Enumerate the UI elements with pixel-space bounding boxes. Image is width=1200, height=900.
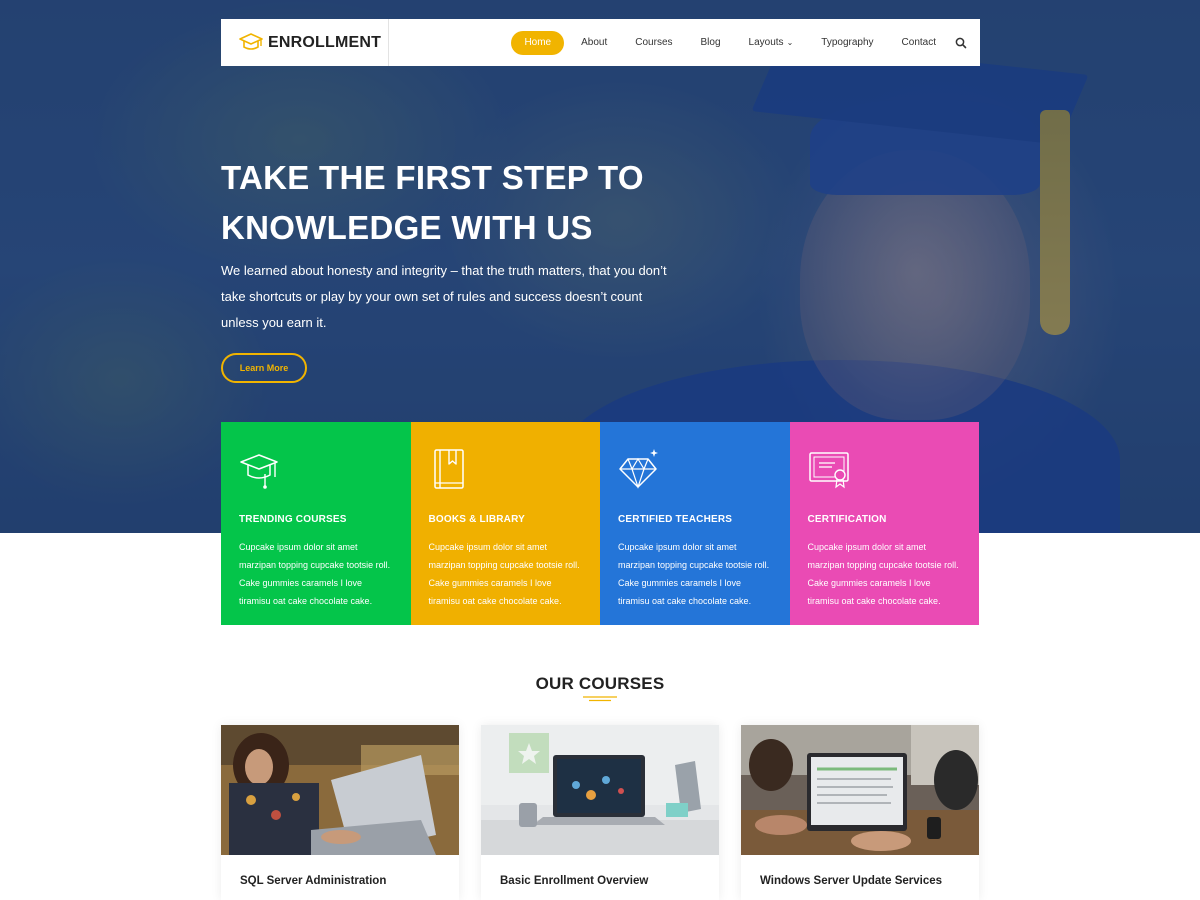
feature-boxes: TRENDING COURSES Cupcake ipsum dolor sit… [221,422,979,625]
feature-text-line: Cupcake ipsum dolor sit amet [618,542,737,552]
feature-text-line: marzipan topping cupcake tootsie roll. [239,560,391,570]
nav-item-about[interactable]: About [567,31,621,55]
feature-text-line: Cupcake ipsum dolor sit amet [239,542,358,552]
hero-description: We learned about honesty and integrity –… [221,258,671,336]
feature-books-library[interactable]: BOOKS & LIBRARY Cupcake ipsum dolor sit … [410,422,600,625]
feature-title: BOOKS & LIBRARY [428,514,526,525]
feature-text-line: Cake gummies caramels I love [807,578,931,588]
hero-title-line-1: TAKE THE FIRST STEP TO [221,159,644,196]
feature-text-line: tiramisu oat cake chocolate cake. [618,596,752,606]
navbar: ENROLLMENT Home About Courses Blog Layou… [221,19,980,66]
feature-text-line: marzipan topping cupcake tootsie roll. [807,560,959,570]
feature-text-line: Cupcake ipsum dolor sit amet [428,542,548,552]
brand-name: ENROLLMENT [268,33,382,51]
learn-more-button[interactable]: Learn More [221,353,307,383]
feature-text-line: Cupcake ipsum dolor sit amet [807,542,927,552]
chevron-down-icon: ⌄ [786,37,794,47]
main-nav: Home About Courses Blog Layouts ⌄ Typogra… [511,30,980,55]
feature-text-line: marzipan topping cupcake tootsie roll. [428,560,580,570]
feature-title: CERTIFICATION [807,514,887,525]
certificate-icon [808,452,849,489]
hero-text-line-3: unless you earn it. [221,315,327,330]
course-image[interactable] [481,725,719,855]
nav-item-home[interactable]: Home [511,30,565,55]
feature-text: Cupcake ipsum dolor sit amet marzipan to… [808,538,962,610]
course-card-sql-server[interactable]: SQL Server Administration [221,725,459,900]
graduation-cap-icon [240,454,278,489]
hero-text-line-2: take shortcuts or play by your own set o… [221,289,643,304]
course-card-windows-server[interactable]: Windows Server Update Services [741,725,979,900]
feature-text-line: Cake gummies caramels I love [428,578,552,588]
feature-text-line: tiramisu oat cake chocolate cake. [807,596,941,606]
our-courses-title: OUR COURSES [535,674,665,693]
feature-certification[interactable]: CERTIFICATION Cupcake ipsum dolor sit am… [789,422,979,625]
nav-item-layouts-label: Layouts [748,36,784,48]
feature-text: Cupcake ipsum dolor sit amet marzipan to… [618,538,772,610]
book-icon [433,449,464,489]
course-image[interactable] [221,725,459,855]
course-photo-laptop-woman [221,725,459,855]
feature-certified-teachers[interactable]: CERTIFIED TEACHERS Cupcake ipsum dolor s… [600,422,790,625]
feature-text-line: Cake gummies caramels I love [618,578,742,588]
nav-item-courses[interactable]: Courses [621,31,686,55]
site-logo[interactable]: ENROLLMENT [221,19,389,66]
search-icon[interactable] [954,36,968,50]
course-card-basic-enrollment[interactable]: Basic Enrollment Overview [481,725,719,900]
feature-text-line: Cake gummies caramels I love [239,578,363,588]
hero-title-line-2: KNOWLEDGE WITH US [221,209,593,246]
feature-title: TRENDING COURSES [239,514,347,525]
course-title[interactable]: Windows Server Update Services [741,855,979,887]
feature-text-line: marzipan topping cupcake tootsie roll. [618,560,770,570]
feature-text: Cupcake ipsum dolor sit amet marzipan to… [239,538,393,610]
graduation-cap-logo-icon [239,32,263,50]
nav-item-blog[interactable]: Blog [687,31,735,55]
diamond-icon [619,449,658,489]
nav-item-contact[interactable]: Contact [888,31,950,55]
course-image[interactable] [741,725,979,855]
hero-title: TAKE THE FIRST STEP TO KNOWLEDGE WITH US [221,153,741,253]
feature-title: CERTIFIED TEACHERS [618,514,733,525]
course-photo-team-laptop [741,725,979,855]
course-title[interactable]: SQL Server Administration [221,855,459,887]
title-underline-decoration [583,696,617,702]
nav-item-layouts[interactable]: Layouts ⌄ [735,31,808,55]
hero-text-line-1: We learned about honesty and integrity –… [221,263,667,278]
feature-trending-courses[interactable]: TRENDING COURSES Cupcake ipsum dolor sit… [221,422,411,625]
course-photo-laptop-desk [481,725,719,855]
feature-text: Cupcake ipsum dolor sit amet marzipan to… [429,538,583,610]
nav-item-typography[interactable]: Typography [807,31,887,55]
course-title[interactable]: Basic Enrollment Overview [481,855,719,887]
feature-text-line: tiramisu oat cake chocolate cake. [428,596,562,606]
feature-text-line: tiramisu oat cake chocolate cake. [239,596,373,606]
